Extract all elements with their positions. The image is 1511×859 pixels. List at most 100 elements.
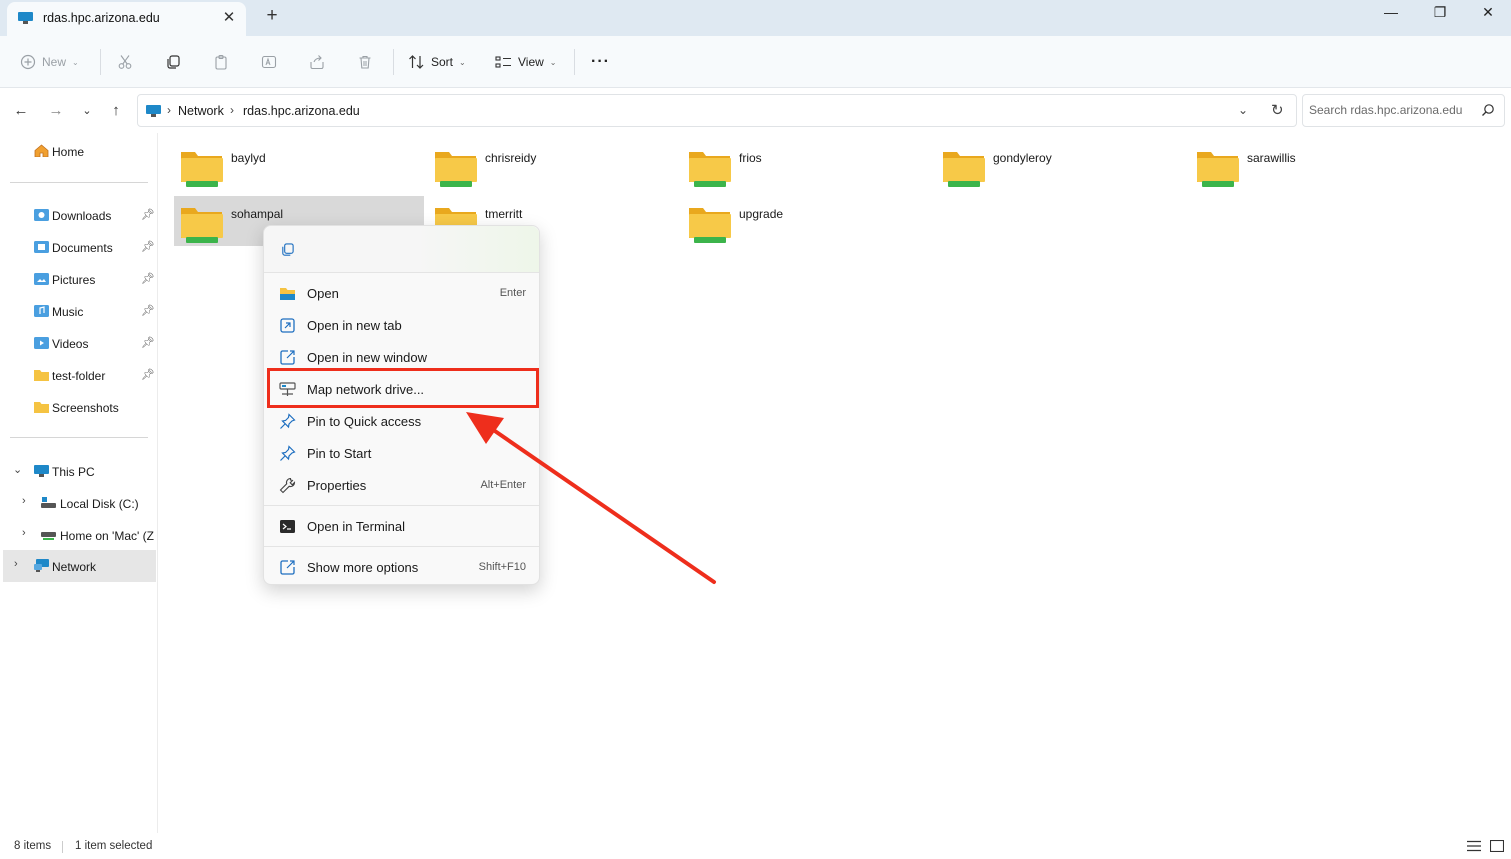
breadcrumb-rdas[interactable]: rdas.hpc.arizona.edu — [243, 104, 360, 118]
up-arrow-icon[interactable]: ↑ — [106, 101, 126, 121]
chevron-down-icon: ⌄ — [549, 57, 557, 67]
menu-item-show-more-options[interactable]: Show more options Shift+F10 — [269, 552, 536, 582]
pin-icon — [280, 413, 296, 429]
back-arrow-icon[interactable]: ← — [11, 101, 31, 121]
share-button[interactable] — [309, 50, 325, 74]
forward-arrow-icon[interactable]: → — [46, 101, 66, 121]
context-menu-quick-actions — [264, 226, 539, 272]
view-button[interactable]: View ⌄ — [495, 50, 557, 74]
divider — [62, 841, 63, 853]
tab-rdas[interactable]: rdas.hpc.arizona.edu ✕ — [7, 2, 246, 36]
pin-icon: 📌︎ — [141, 337, 155, 349]
search-box[interactable] — [1302, 94, 1505, 127]
menu-item-pin-quick-access[interactable]: Pin to Quick access — [269, 406, 536, 436]
sidebar-item-home[interactable]: Home — [0, 135, 156, 167]
search-input[interactable] — [1309, 103, 1477, 117]
share-icon — [310, 55, 324, 70]
address-bar[interactable]: › Network › rdas.hpc.arizona.edu ⌄ ↻ — [137, 94, 1297, 127]
search-icon[interactable] — [1481, 103, 1495, 117]
menu-item-label: Properties — [307, 478, 367, 493]
chevron-right-icon[interactable]: › — [14, 558, 18, 570]
menu-item-label: Pin to Quick access — [307, 414, 422, 429]
sidebar-item-label: Home on 'Mac' (Z — [60, 529, 154, 543]
sidebar-item-this-pc[interactable]: ⌄ This PC — [0, 455, 156, 487]
sidebar-item-local-disk[interactable]: › Local Disk (C:) — [0, 487, 156, 519]
sidebar-item-network[interactable]: › Network — [3, 550, 156, 582]
new-tab-icon — [280, 318, 295, 333]
close-window-button[interactable]: ✕ — [1470, 4, 1506, 26]
folder-item-upgrade[interactable]: upgrade — [682, 196, 932, 246]
network-folder-icon — [943, 152, 985, 187]
tab-close-icon[interactable]: ✕ — [220, 8, 238, 26]
delete-button[interactable] — [357, 50, 373, 74]
recent-locations-icon[interactable]: ⌄ — [77, 101, 97, 121]
new-button[interactable]: New ⌄ — [20, 50, 79, 74]
videos-icon — [34, 337, 49, 349]
tiles-view-icon[interactable] — [1490, 840, 1504, 852]
pictures-icon — [34, 273, 49, 285]
folder-item-frios[interactable]: frios — [682, 140, 932, 190]
folder-icon — [34, 370, 49, 381]
chevron-down-icon[interactable]: ⌄ — [13, 463, 22, 476]
show-more-icon — [280, 560, 295, 575]
sidebar-item-downloads[interactable]: Downloads 📌︎ — [0, 199, 156, 231]
minimize-button[interactable]: — — [1373, 4, 1409, 26]
more-options-button[interactable]: ··· — [591, 50, 610, 74]
copy-icon[interactable] — [280, 242, 295, 257]
paste-button[interactable] — [213, 50, 229, 74]
folder-item-baylyd[interactable]: baylyd — [174, 140, 424, 190]
menu-item-shortcut: Shift+F10 — [478, 561, 526, 573]
folder-item-gondyleroy[interactable]: gondyleroy — [936, 140, 1186, 190]
sidebar-item-home-mac[interactable]: › Home on 'Mac' (Z — [0, 519, 156, 551]
folder-name: baylyd — [231, 151, 266, 165]
sidebar-item-label: Screenshots — [52, 401, 119, 415]
view-label: View — [518, 55, 544, 69]
pin-icon — [280, 445, 296, 461]
computer-icon — [146, 105, 161, 117]
sidebar-item-pictures[interactable]: Pictures 📌︎ — [0, 263, 156, 295]
chevron-right-icon: › — [230, 103, 234, 117]
divider — [264, 505, 539, 506]
folder-name: sohampal — [231, 207, 284, 221]
command-bar: New ⌄ Sort ⌄ View ⌄ ··· — [0, 36, 1511, 88]
menu-item-open[interactable]: Open Enter — [269, 278, 536, 308]
network-drive-icon — [41, 532, 56, 540]
sidebar-item-label: test-folder — [52, 369, 106, 383]
sort-button[interactable]: Sort ⌄ — [408, 50, 466, 74]
new-tab-button[interactable]: + — [262, 5, 282, 27]
sidebar-item-test-folder[interactable]: test-folder 📌︎ — [0, 359, 156, 391]
pin-icon: 📌︎ — [141, 273, 155, 285]
computer-icon — [34, 465, 49, 477]
cut-button[interactable] — [117, 50, 133, 74]
home-icon — [34, 144, 49, 157]
sidebar-item-videos[interactable]: Videos 📌︎ — [0, 327, 156, 359]
menu-item-pin-start[interactable]: Pin to Start — [269, 438, 536, 468]
chevron-down-icon: ⌄ — [459, 57, 466, 67]
refresh-icon[interactable]: ↻ — [1271, 101, 1284, 119]
scissors-icon — [118, 55, 132, 69]
divider — [574, 49, 575, 75]
menu-item-label: Open in Terminal — [307, 519, 406, 534]
network-folder-icon — [689, 152, 731, 187]
folder-name: frios — [739, 151, 762, 165]
breadcrumb-network[interactable]: Network — [178, 104, 224, 118]
chevron-down-icon[interactable]: ⌄ — [1238, 103, 1248, 117]
sidebar-item-music[interactable]: Music 📌︎ — [0, 295, 156, 327]
sidebar-item-screenshots[interactable]: Screenshots — [0, 391, 156, 423]
menu-item-open-new-tab[interactable]: Open in new tab — [269, 310, 536, 340]
chevron-right-icon[interactable]: › — [22, 527, 26, 539]
documents-icon — [34, 241, 49, 253]
details-view-icon[interactable] — [1467, 840, 1481, 852]
sidebar-item-documents[interactable]: Documents 📌︎ — [0, 231, 156, 263]
maximize-button[interactable]: ❐ — [1422, 4, 1458, 26]
divider — [10, 182, 148, 183]
new-window-icon — [280, 350, 295, 365]
rename-button[interactable] — [261, 50, 277, 74]
selection-count: 1 item selected — [75, 840, 153, 852]
menu-item-open-terminal[interactable]: Open in Terminal — [269, 511, 536, 541]
folder-item-chrisreidy[interactable]: chrisreidy — [428, 140, 678, 190]
menu-item-properties[interactable]: Properties Alt+Enter — [269, 470, 536, 500]
copy-button[interactable] — [165, 50, 181, 74]
chevron-right-icon[interactable]: › — [22, 495, 26, 507]
folder-item-sarawillis[interactable]: sarawillis — [1190, 140, 1440, 190]
